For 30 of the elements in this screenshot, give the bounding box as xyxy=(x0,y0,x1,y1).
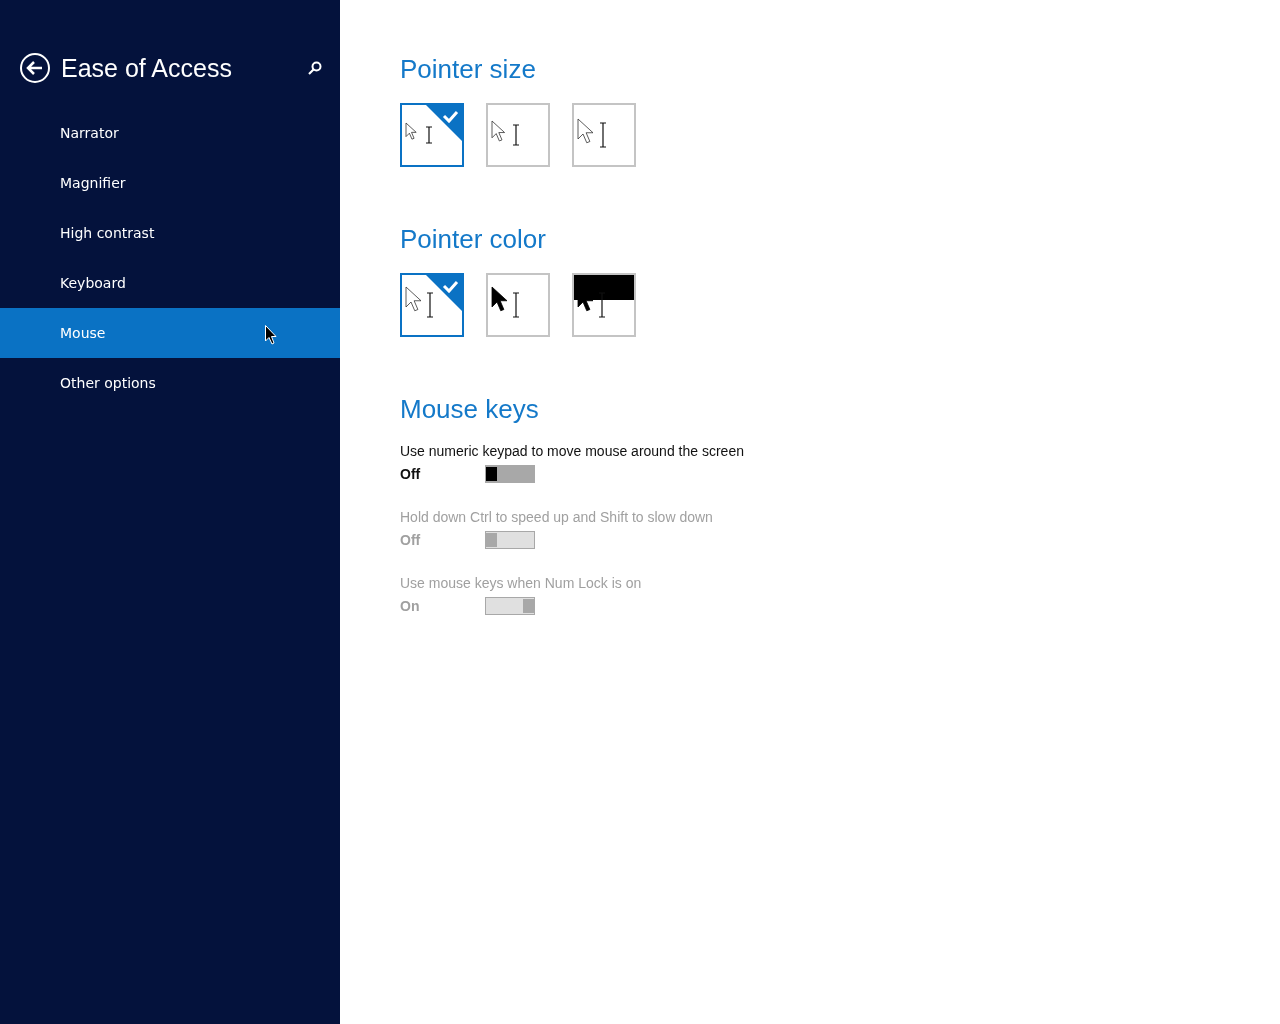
sidebar-item[interactable]: Narrator xyxy=(0,108,340,158)
mouse-pointer-icon xyxy=(265,325,277,345)
sidebar-item[interactable]: Mouse xyxy=(0,308,340,358)
toggle-state: On xyxy=(400,598,421,614)
sidebar-item[interactable]: Keyboard xyxy=(0,258,340,308)
pointer-preview-drawing xyxy=(577,118,607,148)
pointer-option[interactable] xyxy=(572,273,636,337)
toggle-switch[interactable] xyxy=(485,465,535,483)
pointer-preview-drawing xyxy=(405,286,434,318)
toggle-state: Off xyxy=(400,466,422,482)
back-icon[interactable] xyxy=(19,52,51,84)
setting-label: Hold down Ctrl to speed up and Shift to slow down xyxy=(400,509,714,525)
setting-label: Use mouse keys when Num Lock is on xyxy=(400,575,643,591)
check-corner-icon xyxy=(426,105,462,141)
setting-label: Use numeric keypad to move mouse around the screen xyxy=(400,443,745,459)
pointer-preview-drawing xyxy=(491,286,520,318)
sidebar-item[interactable]: Magnifier xyxy=(0,158,340,208)
check-corner-icon xyxy=(426,275,462,311)
section-heading: Pointer size xyxy=(400,54,537,85)
toggle-state: Off xyxy=(400,532,422,548)
sidebar-item[interactable]: High contrast xyxy=(0,208,340,258)
sidebar-title: Ease of Access xyxy=(61,53,233,83)
pointer-preview-drawing xyxy=(405,122,433,144)
section-heading: Mouse keys xyxy=(400,394,540,425)
pointer-preview-drawing xyxy=(491,120,520,146)
sidebar-item[interactable]: Other options xyxy=(0,358,340,408)
pointer-option[interactable] xyxy=(486,273,550,337)
pointer-preview-drawing xyxy=(574,275,634,318)
section-heading: Pointer color xyxy=(400,224,547,255)
search-icon[interactable] xyxy=(308,61,322,75)
